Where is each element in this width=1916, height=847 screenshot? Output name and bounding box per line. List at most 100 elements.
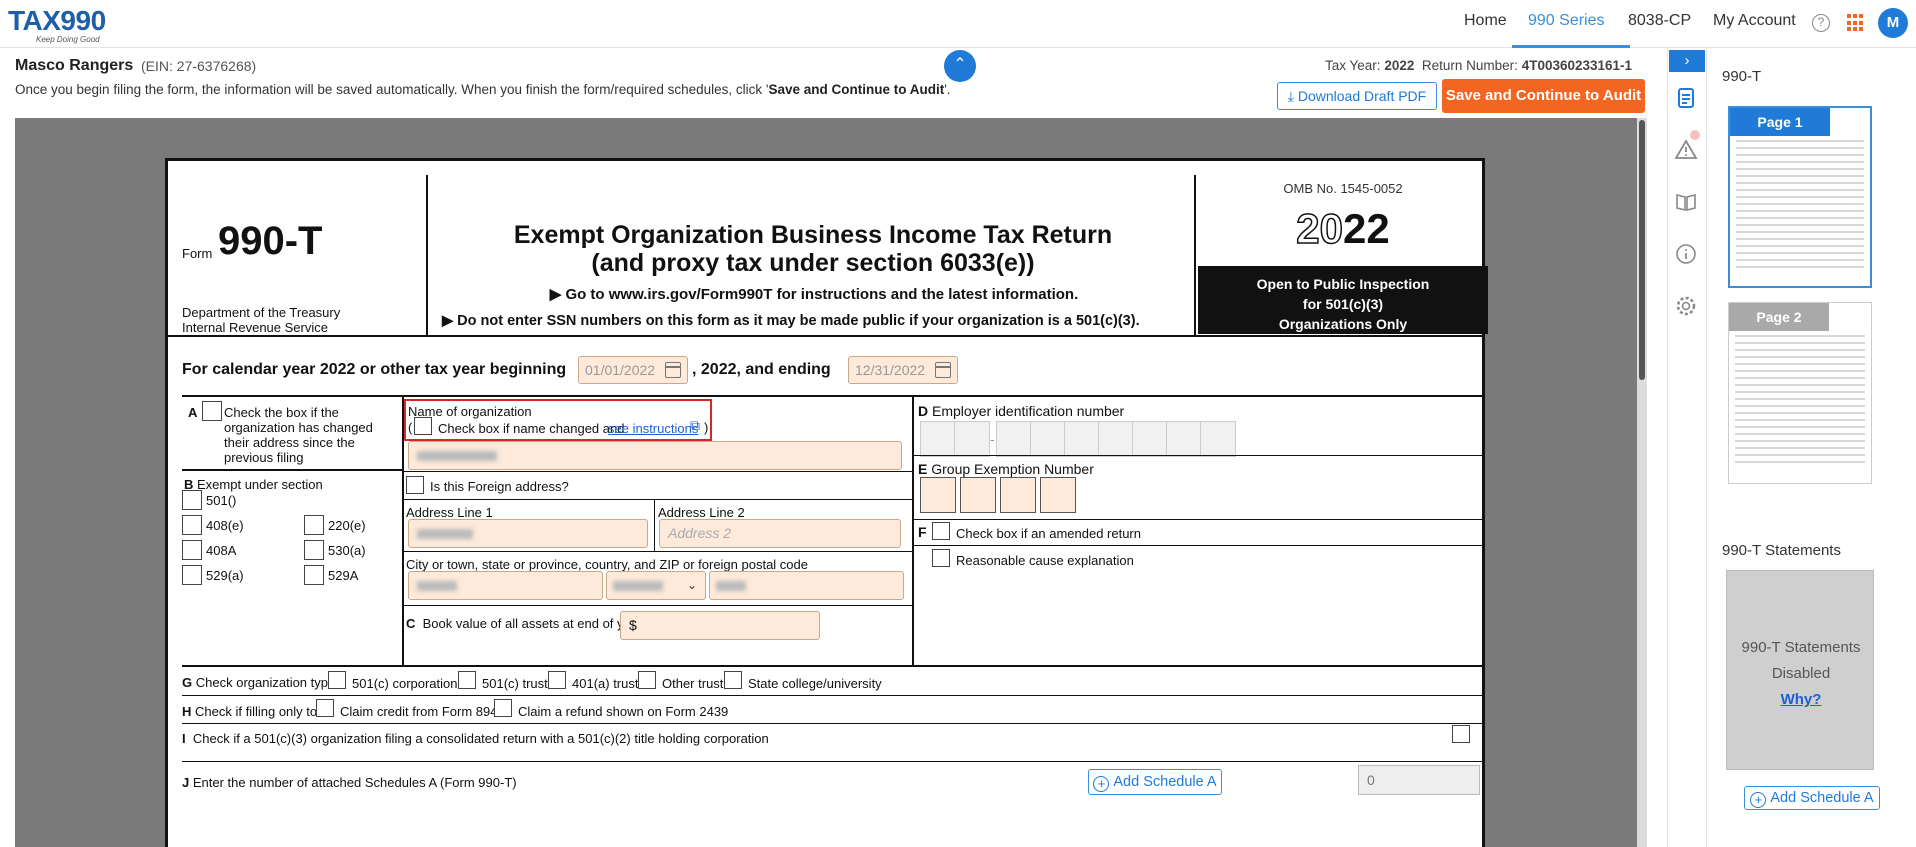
chevron-down-icon: ⌄ — [686, 578, 697, 592]
group-exemption-digit[interactable] — [920, 477, 956, 513]
address-changed-checkbox[interactable] — [202, 401, 222, 421]
logo-tagline: Keep Doing Good — [36, 35, 100, 44]
exempt-408e-checkbox[interactable] — [182, 515, 202, 535]
org-type-trust-label: 501(c) trust — [482, 676, 548, 691]
page-2-thumbnail[interactable]: Page 2 — [1728, 302, 1872, 484]
form-title: Exempt Organization Business Income Tax … — [513, 221, 1113, 249]
public-inspection-box: Open to Public Inspection for 501(c)(3) … — [1198, 266, 1488, 334]
statements-title: 990-T Statements — [1722, 542, 1841, 559]
exempt-220e-checkbox[interactable] — [304, 515, 324, 535]
collapse-panel-button[interactable]: › — [1669, 50, 1705, 72]
schedules-count-input[interactable]: 0 — [1358, 765, 1480, 795]
irs-label: Internal Revenue Service — [182, 320, 328, 335]
ein-digit[interactable] — [996, 421, 1032, 457]
info-suffix: '. — [944, 82, 951, 97]
exempt-529A-checkbox[interactable] — [304, 565, 324, 585]
tax990-logo[interactable]: TAX990 Keep Doing Good — [8, 6, 106, 45]
document-icon[interactable] — [1674, 86, 1698, 110]
org-type-other-trust-checkbox[interactable] — [638, 671, 656, 689]
download-draft-pdf-button[interactable]: ⤓ Download Draft PDF — [1277, 82, 1437, 110]
org-type-state-college-checkbox[interactable] — [724, 671, 742, 689]
calendar-icon[interactable] — [935, 362, 951, 378]
book-value-input[interactable]: $ — [620, 611, 820, 640]
info-prefix: Once you begin filing the form, the info… — [15, 82, 769, 97]
divider — [182, 723, 1482, 724]
zip-input[interactable] — [709, 571, 904, 600]
user-avatar[interactable]: M — [1878, 8, 1908, 38]
calendar-icon[interactable] — [665, 362, 681, 378]
nav-my-account[interactable]: My Account — [1713, 12, 1796, 30]
exempt-501-checkbox[interactable] — [182, 490, 202, 510]
nav-990-series[interactable]: 990 Series — [1528, 12, 1605, 30]
end-date-input[interactable]: 12/31/2022 — [848, 356, 958, 384]
ein-digit[interactable] — [954, 421, 990, 457]
add-schedule-a-button[interactable]: + Add Schedule A — [1088, 769, 1222, 795]
ein-digit[interactable] — [1064, 421, 1100, 457]
divider — [426, 175, 428, 335]
help-icon[interactable]: ? — [1812, 14, 1830, 32]
address-line2-input[interactable]: Address 2 — [659, 519, 901, 548]
top-navbar: TAX990 Keep Doing Good Home 990 Series 8… — [0, 0, 1916, 48]
consolidated-return-label: I Check if a 501(c)(3) organization fili… — [182, 731, 769, 746]
page-1-thumbnail[interactable]: Page 1 — [1728, 106, 1872, 288]
public-line3: Organizations Only — [1278, 316, 1408, 332]
claim-refund-checkbox[interactable] — [494, 699, 512, 717]
exempt-408e-label: 408(e) — [206, 518, 244, 533]
info-icon[interactable] — [1674, 242, 1698, 266]
thumbnail-lines — [1729, 335, 1871, 463]
apps-grid-icon[interactable] — [1847, 14, 1865, 32]
redacted-value — [417, 451, 497, 461]
address-line1-input[interactable] — [408, 519, 648, 548]
begin-date-input[interactable]: 01/01/2022 — [578, 356, 688, 384]
city-input[interactable] — [408, 571, 603, 600]
reasonable-cause-checkbox[interactable] — [932, 549, 950, 567]
exempt-529a-checkbox[interactable] — [182, 565, 202, 585]
redacted-value — [613, 581, 663, 591]
ein-digit[interactable] — [1030, 421, 1066, 457]
claim-credit-checkbox[interactable] — [316, 699, 334, 717]
state-select[interactable]: ⌄ — [606, 571, 706, 600]
amended-return-checkbox[interactable] — [932, 522, 950, 540]
save-and-continue-button[interactable]: Save and Continue to Audit — [1442, 79, 1645, 113]
group-exemption-digit[interactable] — [1000, 477, 1036, 513]
exempt-408a-checkbox[interactable] — [182, 540, 202, 560]
foreign-address-checkbox[interactable] — [406, 476, 424, 494]
ein-digit[interactable] — [1200, 421, 1236, 457]
begin-date-value: 01/01/2022 — [585, 362, 656, 378]
form-viewer[interactable]: Form 990-T Department of the Treasury In… — [15, 118, 1645, 847]
nav-home[interactable]: Home — [1464, 12, 1507, 30]
org-type-corporation-checkbox[interactable] — [328, 671, 346, 689]
form-990t-page: Form 990-T Department of the Treasury In… — [165, 158, 1488, 847]
section-a-letter: A — [188, 405, 198, 420]
ein-digit[interactable] — [1166, 421, 1202, 457]
exempt-530a-checkbox[interactable] — [304, 540, 324, 560]
divider — [912, 455, 1482, 456]
j-text: Enter the number of attached Schedules A… — [192, 775, 517, 790]
gear-icon[interactable] — [1674, 294, 1698, 318]
ein-digit[interactable] — [920, 421, 956, 457]
collapse-header-button[interactable]: ⌃ — [944, 50, 976, 82]
name-changed-checkbox[interactable] — [414, 417, 432, 435]
group-exemption-digit[interactable] — [960, 477, 996, 513]
tax-year-large: 2022 — [1198, 204, 1488, 253]
org-type-401a-checkbox[interactable] — [548, 671, 566, 689]
nav-8038cp[interactable]: 8038-CP — [1628, 12, 1691, 30]
ein-digit[interactable] — [1098, 421, 1134, 457]
external-link-icon[interactable]: ⧉ — [690, 417, 700, 434]
group-exemption-digit[interactable] — [1040, 477, 1076, 513]
viewer-scrollbar-thumb[interactable] — [1639, 120, 1645, 380]
see-instructions-link[interactable]: see instructions — [608, 421, 698, 436]
warning-icon[interactable] — [1674, 138, 1698, 162]
ein-digit[interactable] — [1132, 421, 1168, 457]
page-2-label: Page 2 — [1729, 303, 1829, 331]
omb-number: OMB No. 1545-0052 — [1283, 181, 1403, 196]
book-icon[interactable] — [1674, 190, 1698, 214]
paren-close: ) — [704, 420, 709, 435]
organization-name-input[interactable] — [408, 441, 902, 470]
nav-active-indicator — [1512, 45, 1630, 48]
consolidated-return-checkbox[interactable] — [1452, 725, 1470, 743]
panel-add-schedule-a-button[interactable]: + Add Schedule A — [1744, 786, 1880, 810]
why-link[interactable]: Why? — [1727, 691, 1875, 708]
org-type-trust-checkbox[interactable] — [458, 671, 476, 689]
address-line1-label: Address Line 1 — [406, 505, 493, 520]
